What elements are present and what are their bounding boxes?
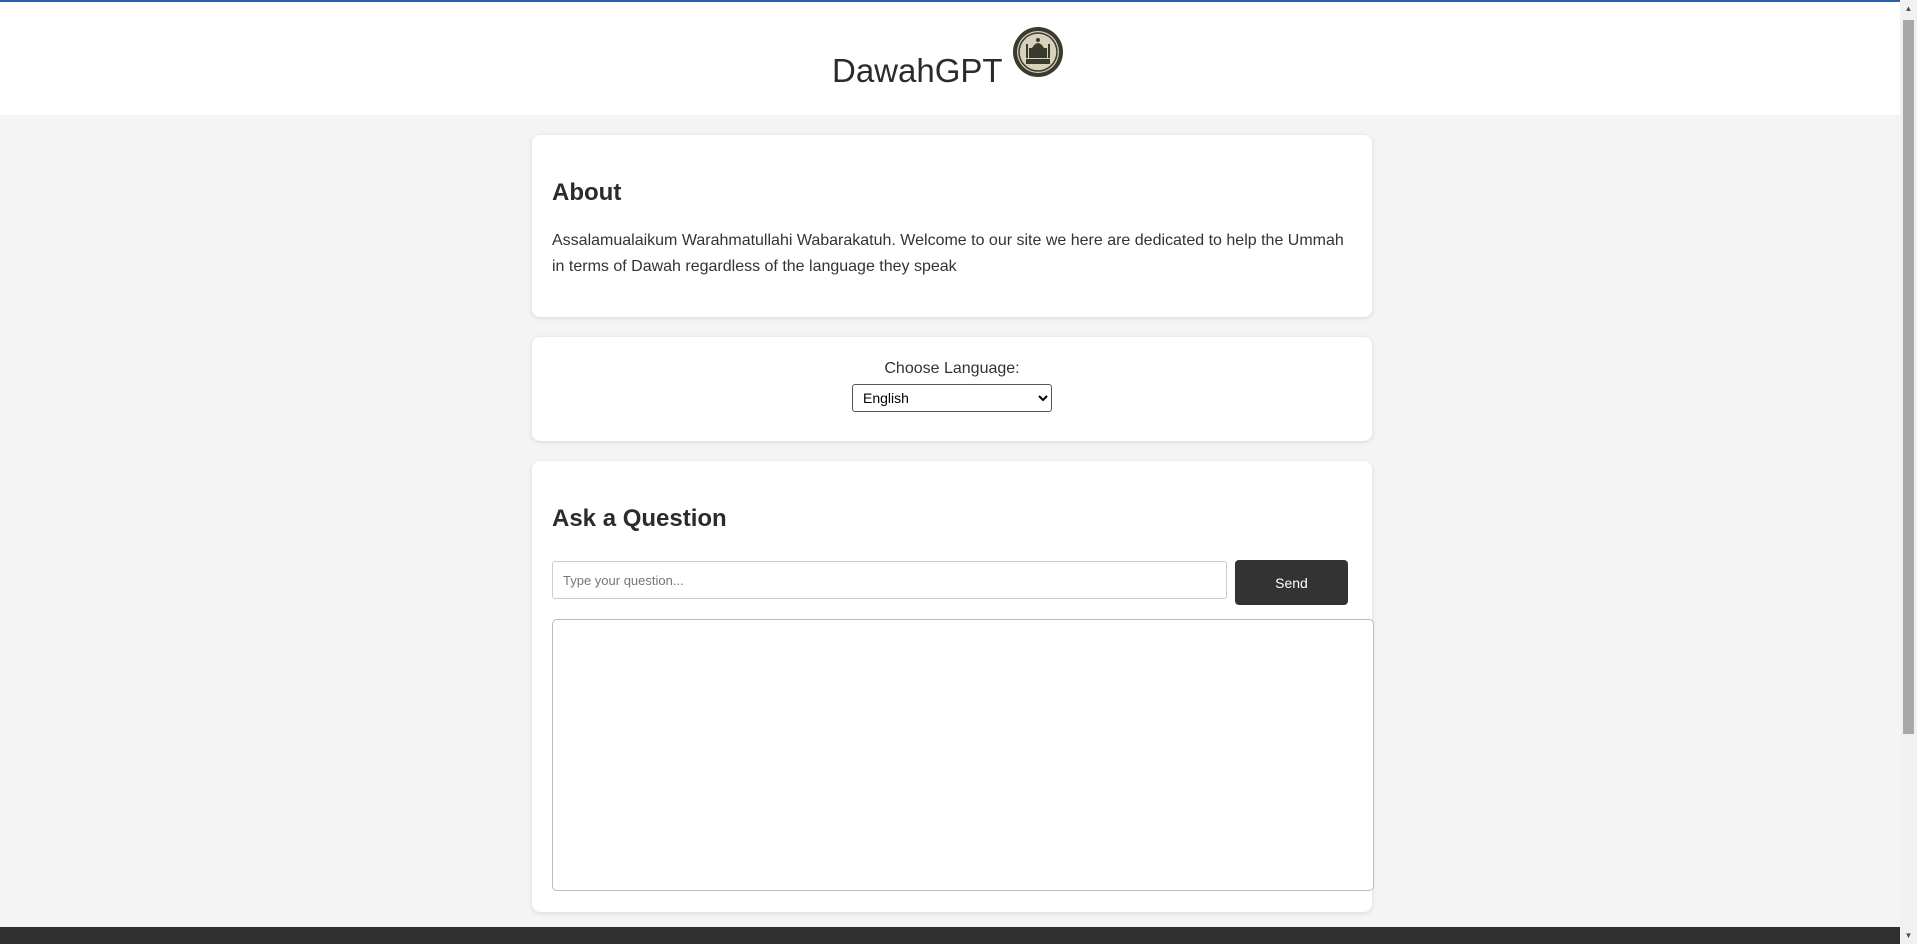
ask-heading: Ask a Question: [552, 505, 727, 532]
language-label: Choose Language:: [884, 360, 1020, 377]
answer-box[interactable]: [552, 619, 1374, 891]
send-button[interactable]: Send: [1235, 560, 1348, 605]
site-footer: [0, 927, 1900, 944]
language-card: Choose Language: English: [532, 337, 1372, 441]
vertical-scrollbar[interactable]: ▲ ▼: [1900, 0, 1917, 944]
mosque-emblem-icon: [1013, 27, 1063, 77]
site-header: DawahGPT: [0, 2, 1900, 115]
language-select[interactable]: English: [852, 384, 1052, 412]
about-heading: About: [552, 179, 622, 206]
ask-question-card: Ask a Question Send: [532, 461, 1374, 912]
question-input[interactable]: [552, 561, 1227, 599]
about-card: About Assalamualaikum Warahmatullahi Wab…: [532, 135, 1372, 317]
scrollbar-thumb[interactable]: [1903, 20, 1914, 734]
scroll-up-icon[interactable]: ▲: [1900, 0, 1917, 17]
scroll-down-icon[interactable]: ▼: [1900, 927, 1917, 944]
about-text: Assalamualaikum Warahmatullahi Wabarakat…: [552, 232, 1344, 275]
site-title: DawahGPT: [832, 52, 1003, 89]
